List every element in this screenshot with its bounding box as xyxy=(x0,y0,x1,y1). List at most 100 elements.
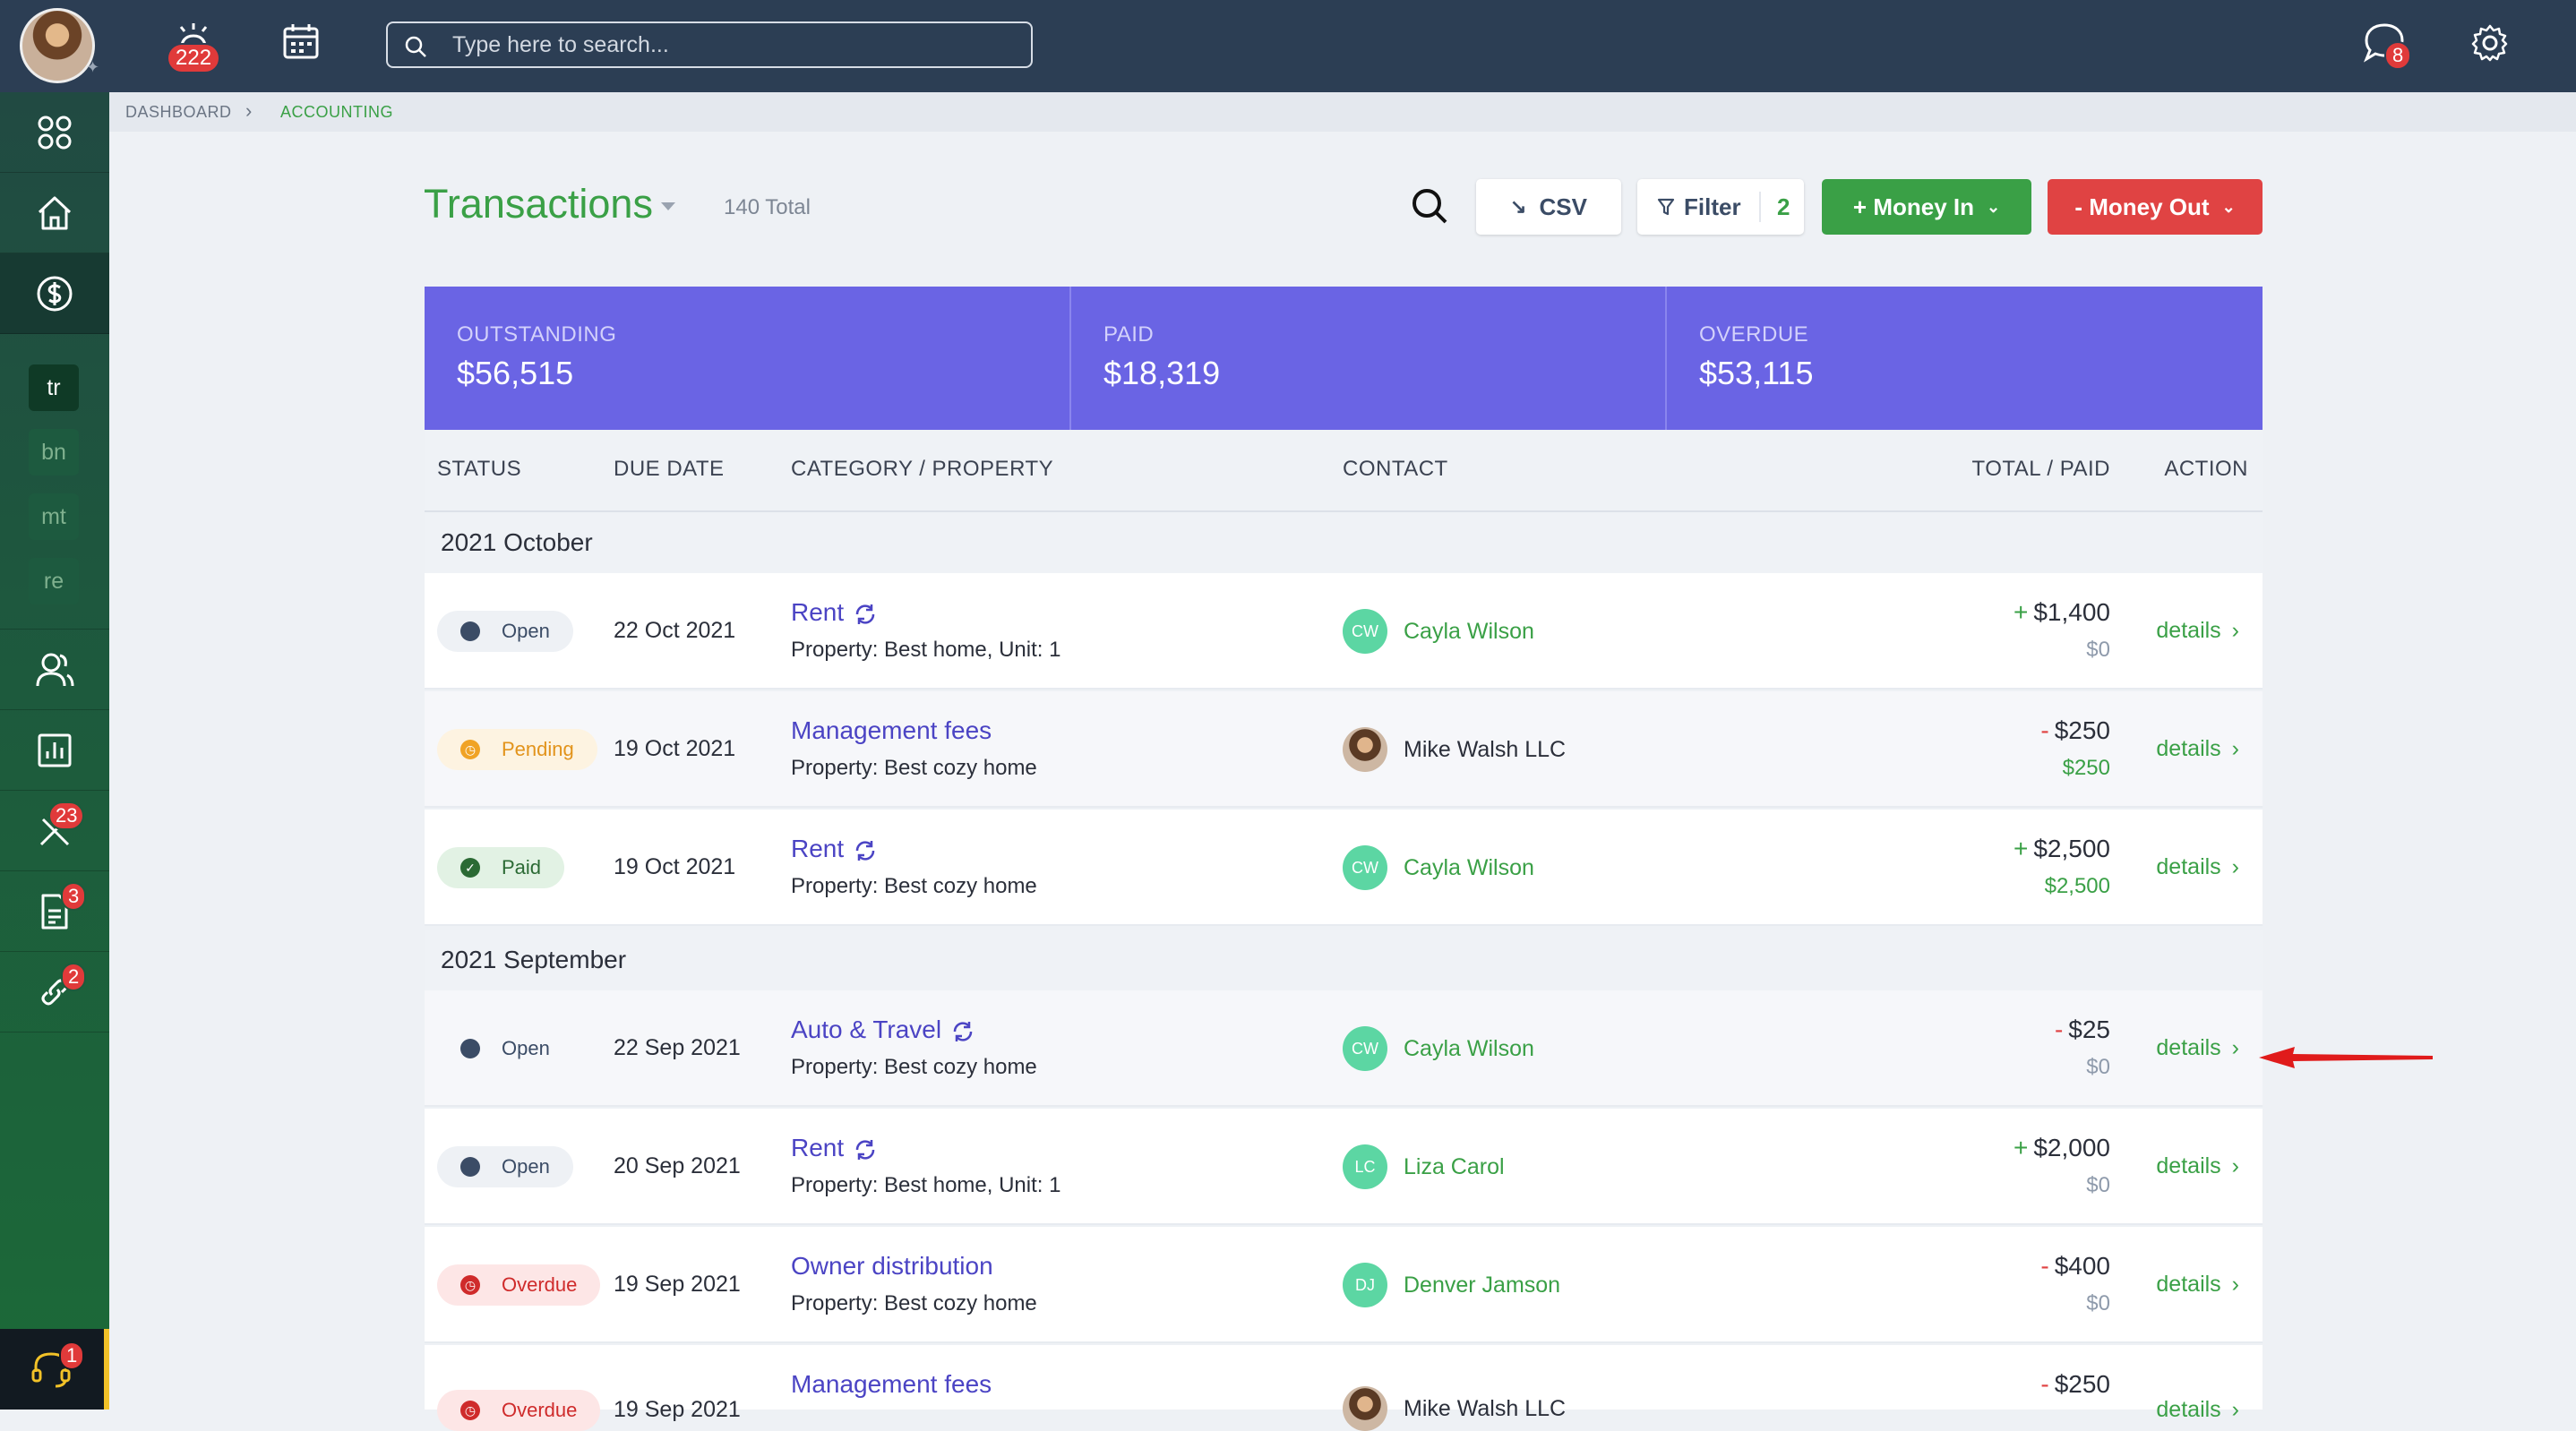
filter-count: 2 xyxy=(1777,193,1790,220)
contact[interactable]: Mike Walsh LLC xyxy=(1343,727,1566,772)
chart-icon xyxy=(38,733,72,767)
clock-icon: ◷ xyxy=(460,740,480,759)
summary-paid[interactable]: PAID $18,319 xyxy=(1071,287,1667,430)
group-header: 2021 October xyxy=(425,512,2263,573)
chevron-down-icon: ⌄ xyxy=(1986,197,2001,216)
contact[interactable]: CW Cayla Wilson xyxy=(1343,1026,1534,1071)
settings-button[interactable] xyxy=(2470,23,2510,63)
amount-sign: + xyxy=(2014,835,2029,862)
due-date: 22 Sep 2021 xyxy=(614,1035,741,1060)
sidebar-chip-bn[interactable]: bn xyxy=(29,429,79,476)
money-in-button[interactable]: + Money In ⌄ xyxy=(1822,179,2031,235)
notifications-button[interactable]: 222 xyxy=(167,21,221,73)
contact[interactable]: CW Cayla Wilson xyxy=(1343,845,1534,890)
sidebar-chip-tr[interactable]: tr xyxy=(29,364,79,411)
search-input[interactable] xyxy=(452,30,1008,59)
table-row[interactable]: Open 22 Sep 2021 Auto & Travel Property:… xyxy=(425,990,2263,1107)
status-label: Open xyxy=(502,620,550,642)
total-amount: - $25 xyxy=(2055,1015,2110,1044)
details-link[interactable]: details › xyxy=(2156,854,2239,880)
sidebar-item-accounting[interactable] xyxy=(0,253,109,334)
contact-avatar: CW xyxy=(1343,1026,1387,1071)
table-row[interactable]: Open 20 Sep 2021 Rent Property: Best hom… xyxy=(425,1109,2263,1225)
clock-icon: ◷ xyxy=(460,1401,480,1420)
contact[interactable]: CW Cayla Wilson xyxy=(1343,609,1534,654)
status-label: Pending xyxy=(502,738,574,760)
user-avatar[interactable]: ✦ xyxy=(20,8,99,83)
status-badge: Open xyxy=(437,1028,573,1069)
details-link[interactable]: details › xyxy=(2156,736,2239,762)
category-link[interactable]: Auto & Travel xyxy=(791,1015,975,1044)
category-link[interactable]: Management fees xyxy=(791,716,992,745)
contact-avatar: CW xyxy=(1343,609,1387,654)
group-title: 2021 September xyxy=(441,946,627,973)
filter-button[interactable]: Filter 2 xyxy=(1637,179,1804,235)
gear-icon xyxy=(2471,24,2508,62)
table-row[interactable]: ◷ Overdue 19 Sep 2021 Management fees Mik… xyxy=(425,1345,2263,1431)
summary-value: $18,319 xyxy=(1103,355,1221,391)
csv-button[interactable]: ↘ CSV xyxy=(1476,179,1621,235)
category-label: Rent xyxy=(791,1134,845,1161)
notifications-badge: 222 xyxy=(167,43,221,73)
column-header-category[interactable]: CATEGORY / PROPERTY xyxy=(791,457,1053,482)
table-row[interactable]: Open 22 Oct 2021 Rent Property: Best hom… xyxy=(425,573,2263,690)
dollar-icon xyxy=(37,276,73,311)
sidebar-shortcuts: tr bn mt re xyxy=(0,334,109,630)
status-badge: ✓ Paid xyxy=(437,847,565,888)
table-search-button[interactable] xyxy=(1410,186,1455,231)
global-search[interactable] xyxy=(386,21,1033,68)
sidebar: tr bn mt re 23 3 2 1 xyxy=(0,92,109,1410)
table-row[interactable]: ◷ Pending 19 Oct 2021 Management fees Pro… xyxy=(425,691,2263,808)
category-label: Auto & Travel xyxy=(791,1015,942,1043)
contact-avatar: CW xyxy=(1343,845,1387,890)
documents-badge: 3 xyxy=(61,882,87,911)
category-link[interactable]: Rent xyxy=(791,598,878,627)
summary-overdue[interactable]: OVERDUE $53,115 xyxy=(1667,287,2263,430)
status-badge: ◷ Pending xyxy=(437,729,597,770)
clock-icon: ◷ xyxy=(460,1275,480,1295)
summary-outstanding[interactable]: OUTSTANDING $56,515 xyxy=(425,287,1071,430)
category-label: Management fees xyxy=(791,1370,992,1398)
column-header-status[interactable]: STATUS xyxy=(437,457,521,482)
sidebar-item-reports[interactable] xyxy=(0,710,109,791)
amount-sign: + xyxy=(2014,598,2029,626)
sidebar-chip-re[interactable]: re xyxy=(29,558,79,604)
sidebar-chip-mt[interactable]: mt xyxy=(29,493,79,540)
messages-button[interactable]: 8 xyxy=(2363,21,2412,70)
contact-name: Denver Jamson xyxy=(1404,1272,1561,1298)
sidebar-item-contacts[interactable] xyxy=(0,630,109,710)
status-dot xyxy=(460,1157,480,1177)
breadcrumb-accounting: ACCOUNTING xyxy=(280,103,393,121)
contact[interactable]: Mike Walsh LLC xyxy=(1343,1386,1566,1431)
details-link[interactable]: details › xyxy=(2156,1397,2239,1423)
category-link[interactable]: Management fees xyxy=(791,1370,992,1399)
contact[interactable]: DJ Denver Jamson xyxy=(1343,1263,1560,1307)
sidebar-item-maintenance[interactable]: 23 xyxy=(0,791,109,871)
sidebar-item-home[interactable] xyxy=(0,173,109,253)
page-title[interactable]: Transactions xyxy=(424,181,653,227)
support-button[interactable]: 1 xyxy=(0,1329,109,1410)
category-link[interactable]: Rent xyxy=(791,1134,878,1162)
money-out-button[interactable]: - Money Out ⌄ xyxy=(2048,179,2263,235)
sidebar-item-links[interactable]: 2 xyxy=(0,952,109,1033)
sidebar-item-apps[interactable] xyxy=(0,92,109,173)
calendar-button[interactable] xyxy=(281,21,321,61)
links-badge: 2 xyxy=(61,963,87,991)
sidebar-item-documents[interactable]: 3 xyxy=(0,871,109,952)
breadcrumb-dashboard[interactable]: DASHBOARD xyxy=(125,103,232,122)
column-header-due-date[interactable]: DUE DATE xyxy=(614,457,725,482)
column-header-total[interactable]: TOTAL / PAID xyxy=(1972,457,2110,482)
column-header-contact[interactable]: CONTACT xyxy=(1343,457,1448,482)
details-link[interactable]: details › xyxy=(2156,618,2239,644)
column-header-action: ACTION xyxy=(2164,457,2248,481)
table-row[interactable]: ✓ Paid 19 Oct 2021 Rent Property: Best co… xyxy=(425,810,2263,926)
details-link[interactable]: details › xyxy=(2156,1035,2239,1061)
details-link[interactable]: details › xyxy=(2156,1272,2239,1298)
category-link[interactable]: Owner distribution xyxy=(791,1252,993,1281)
title-dropdown-icon[interactable] xyxy=(661,202,675,210)
category-link[interactable]: Rent xyxy=(791,835,878,863)
filter-icon xyxy=(1657,198,1675,216)
contact[interactable]: LC Liza Carol xyxy=(1343,1144,1505,1189)
table-row[interactable]: ◷ Overdue 19 Sep 2021 Owner distribution … xyxy=(425,1227,2263,1343)
details-link[interactable]: details › xyxy=(2156,1153,2239,1179)
